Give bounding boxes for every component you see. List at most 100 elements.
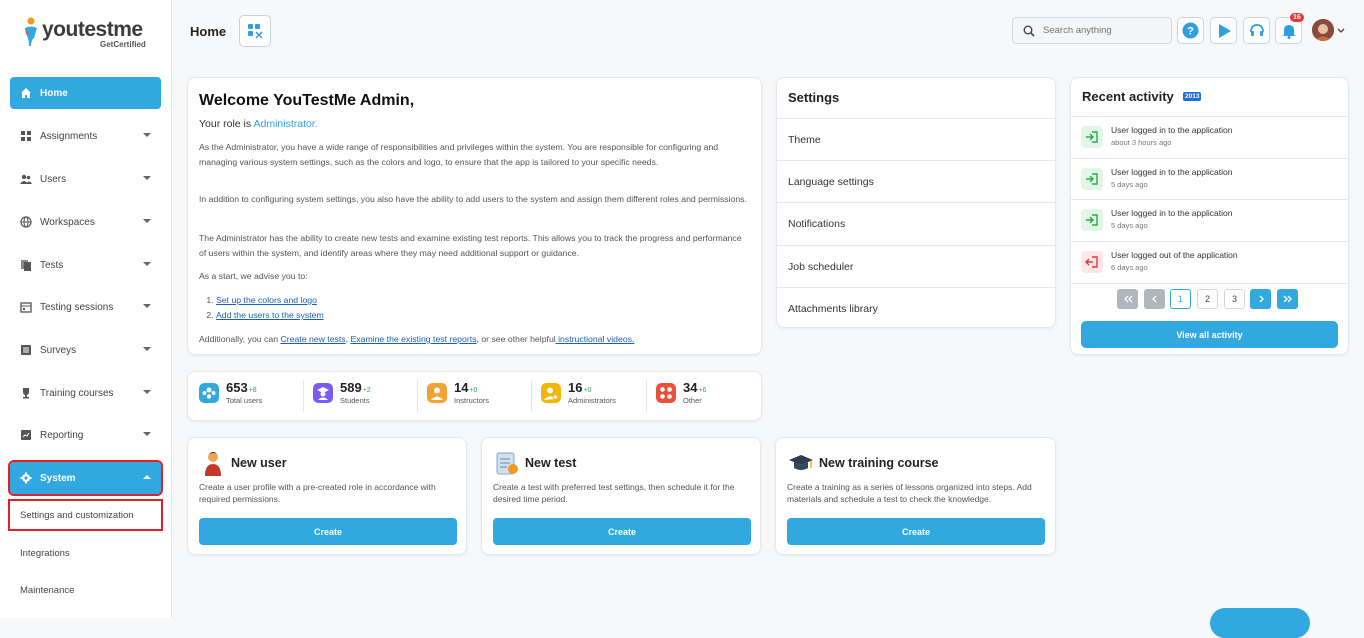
sidebar-item-system[interactable]: System — [8, 460, 163, 496]
globe-icon — [20, 216, 32, 228]
stat-value: 14 — [454, 380, 469, 395]
chevron-down-icon — [143, 304, 151, 308]
card-description: Create a test with preferred test settin… — [493, 482, 735, 504]
settings-item-job-scheduler[interactable]: Job scheduler — [777, 245, 1055, 287]
sidebar-item-workspaces[interactable]: Workspaces — [10, 206, 161, 238]
examine-reports-link[interactable]: Examine the existing test reports — [350, 334, 476, 344]
sidebar-subitem-settings-and-customization[interactable]: Settings and customization — [8, 499, 163, 531]
sidebar-item-reporting[interactable]: Reporting — [10, 419, 161, 451]
stat-value: 34 — [683, 380, 698, 395]
welcome-card: Welcome YouTestMe Admin, Your role is Ad… — [187, 77, 762, 355]
avatar[interactable] — [1312, 19, 1334, 41]
search-box[interactable] — [1012, 17, 1172, 44]
sidebar-subitem-maintenance[interactable]: Maintenance — [10, 576, 161, 604]
card-title: New test — [525, 456, 577, 470]
help-icon: ? — [1182, 22, 1199, 39]
search-input[interactable] — [1043, 25, 1163, 36]
sidebar-item-training-courses[interactable]: Training courses — [10, 377, 161, 409]
chevron-down-icon — [143, 262, 151, 266]
support-button[interactable] — [1243, 17, 1270, 44]
sidebar-item-label: Training courses — [40, 387, 114, 399]
page-2-button[interactable]: 2 — [1197, 289, 1218, 309]
sidebar-item-users[interactable]: Users — [10, 163, 161, 195]
create-user-button[interactable]: Create — [199, 518, 457, 545]
stat-instructors: 14+0 Instructors — [427, 380, 489, 405]
floating-action-button[interactable] — [1210, 608, 1310, 638]
chevron-down-icon[interactable] — [1337, 27, 1345, 35]
sidebar-item-label: Testing sessions — [40, 301, 114, 313]
other-users-icon — [656, 382, 676, 403]
stat-label: Administrators — [568, 396, 616, 405]
create-training-course-button[interactable]: Create — [787, 518, 1045, 545]
page-3-button[interactable]: 3 — [1224, 289, 1245, 309]
graduation-cap-icon — [789, 455, 813, 470]
activity-time: 5 days ago — [1111, 221, 1148, 230]
settings-item-notifications[interactable]: Notifications — [777, 202, 1055, 244]
help-button[interactable]: ? — [1177, 17, 1204, 44]
card-title: Recent activity — [1082, 89, 1174, 104]
create-test-button[interactable]: Create — [493, 518, 751, 545]
chart-icon — [21, 430, 31, 440]
login-icon — [1081, 209, 1103, 231]
previous-page-button[interactable] — [1144, 289, 1165, 309]
headset-icon — [1249, 23, 1264, 36]
view-all-activity-button[interactable]: View all activity — [1081, 321, 1338, 348]
brand-tagline: GetCertified — [100, 40, 146, 49]
stat-delta: +2 — [362, 387, 371, 394]
activity-time: about 3 hours ago — [1111, 138, 1172, 147]
welcome-paragraph-4: As a start, we advise you to: — [199, 271, 308, 281]
divider — [1071, 283, 1348, 284]
activity-item: User logged out of the application 6 day… — [1071, 241, 1348, 283]
users-icon — [20, 174, 32, 184]
settings-item-theme[interactable]: Theme — [777, 118, 1055, 160]
sidebar-item-testing-sessions[interactable]: Testing sessions — [10, 291, 161, 323]
gear-icon — [20, 472, 32, 484]
stats-card: 653+8 Total users 589+2 Students 14+0 Instr… — [187, 371, 762, 421]
welcome-paragraph-3: The Administrator has the ability to cre… — [199, 233, 742, 258]
add-users-link[interactable]: Add the users to the system — [216, 310, 324, 320]
sidebar-item-label: Users — [40, 173, 67, 185]
new-user-card: New user Create a user profile with a pr… — [187, 437, 467, 555]
settings-card: Settings Theme Language settings Notific… — [776, 77, 1056, 328]
play-icon — [1218, 23, 1231, 38]
stat-label: Total users — [226, 396, 263, 405]
activity-item: User logged in to the application 5 days… — [1071, 158, 1348, 200]
settings-item-language[interactable]: Language settings — [777, 160, 1055, 202]
setup-colors-link[interactable]: Set up the colors and logo — [216, 295, 317, 305]
chevron-down-icon — [143, 432, 151, 436]
create-tests-link[interactable]: Create new tests — [280, 334, 345, 344]
sidebar-item-tests[interactable]: Tests — [10, 249, 161, 281]
activity-text: User logged in to the application — [1111, 208, 1233, 218]
play-tutorial-button[interactable] — [1210, 17, 1237, 44]
last-page-button[interactable] — [1277, 289, 1298, 309]
sidebar-item-home[interactable]: Home — [10, 77, 161, 109]
activity-time: 6 days ago — [1111, 263, 1148, 272]
sidebar-item-assignments[interactable]: Assignments — [10, 120, 161, 152]
stat-value: 589 — [340, 380, 362, 395]
new-user-icon — [205, 452, 221, 476]
sidebar-item-label: Home — [40, 87, 68, 99]
stat-value: 653 — [226, 380, 248, 395]
advice-list: Set up the colors and logo Add the users… — [216, 293, 324, 323]
user-photo-icon — [1312, 19, 1334, 41]
stat-label: Other — [683, 396, 702, 405]
sidebar-item-label: Reporting — [40, 429, 84, 441]
dashboard-customize-button[interactable] — [239, 15, 271, 47]
first-page-button[interactable] — [1117, 289, 1138, 309]
sidebar-subitem-integrations[interactable]: Integrations — [10, 539, 161, 567]
double-chevron-right-icon — [1283, 295, 1292, 303]
logo[interactable]: youtestme GetCertified — [22, 16, 152, 52]
next-page-button[interactable] — [1250, 289, 1271, 309]
sidebar-item-surveys[interactable]: Surveys — [10, 334, 161, 366]
card-title: New training course — [819, 456, 939, 470]
logout-icon — [1081, 251, 1103, 273]
chevron-down-icon — [143, 390, 151, 394]
double-chevron-left-icon — [1123, 295, 1132, 303]
page-1-button[interactable]: 1 — [1170, 289, 1191, 309]
instructional-videos-link[interactable]: instructional videos. — [556, 334, 634, 344]
welcome-additional-line: Additionally, you can Create new tests, … — [199, 334, 635, 344]
settings-item-attachments-library[interactable]: Attachments library — [777, 287, 1055, 329]
recent-activity-card: Recent activity 2013 User logged in to t… — [1070, 77, 1349, 355]
sidebar-item-label: Tests — [40, 259, 64, 271]
new-test-card: New test Create a test with preferred te… — [481, 437, 761, 555]
